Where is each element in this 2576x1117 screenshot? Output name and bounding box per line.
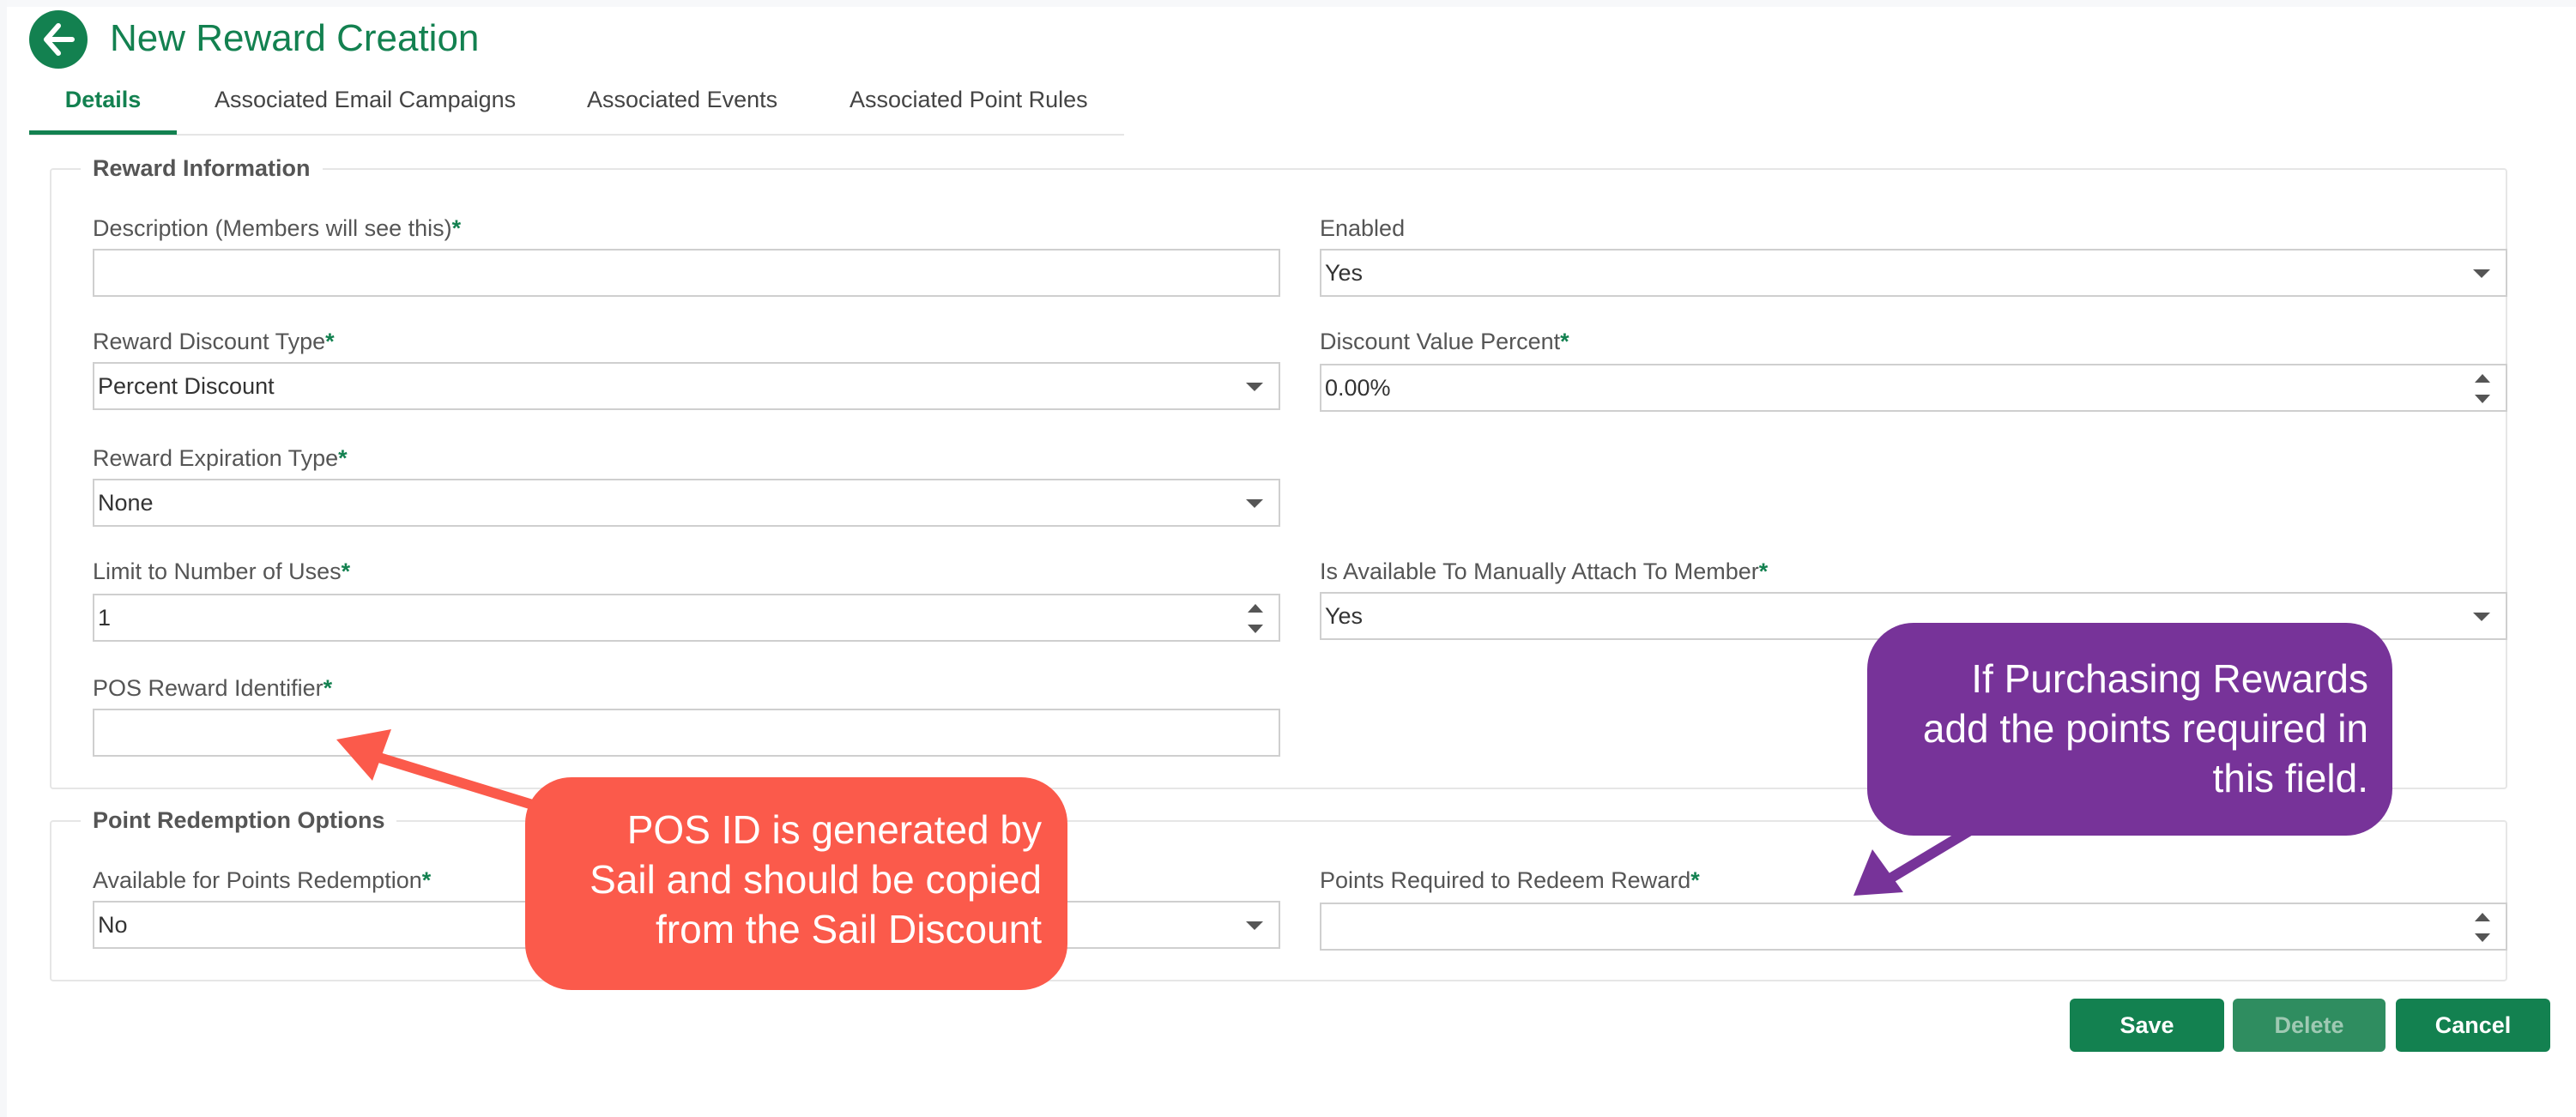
- callout-line: POS ID is generated by: [626, 807, 1042, 852]
- callout-line: from the Sail Discount: [656, 907, 1042, 951]
- callout-line: add the points required in: [1922, 706, 2368, 751]
- annotation-arrows: [336, 729, 1975, 896]
- red-arrow: [336, 729, 554, 815]
- callout-line: Sail and should be copied: [590, 857, 1042, 902]
- purple-arrow: [1853, 825, 1975, 896]
- callout-line: If Purchasing Rewards: [1971, 656, 2368, 701]
- purchasing-rewards-callout: If Purchasing Rewards add the points req…: [1867, 623, 2392, 836]
- callout-line: this field.: [2212, 756, 2368, 800]
- pos-id-callout: POS ID is generated by Sail and should b…: [525, 777, 1067, 990]
